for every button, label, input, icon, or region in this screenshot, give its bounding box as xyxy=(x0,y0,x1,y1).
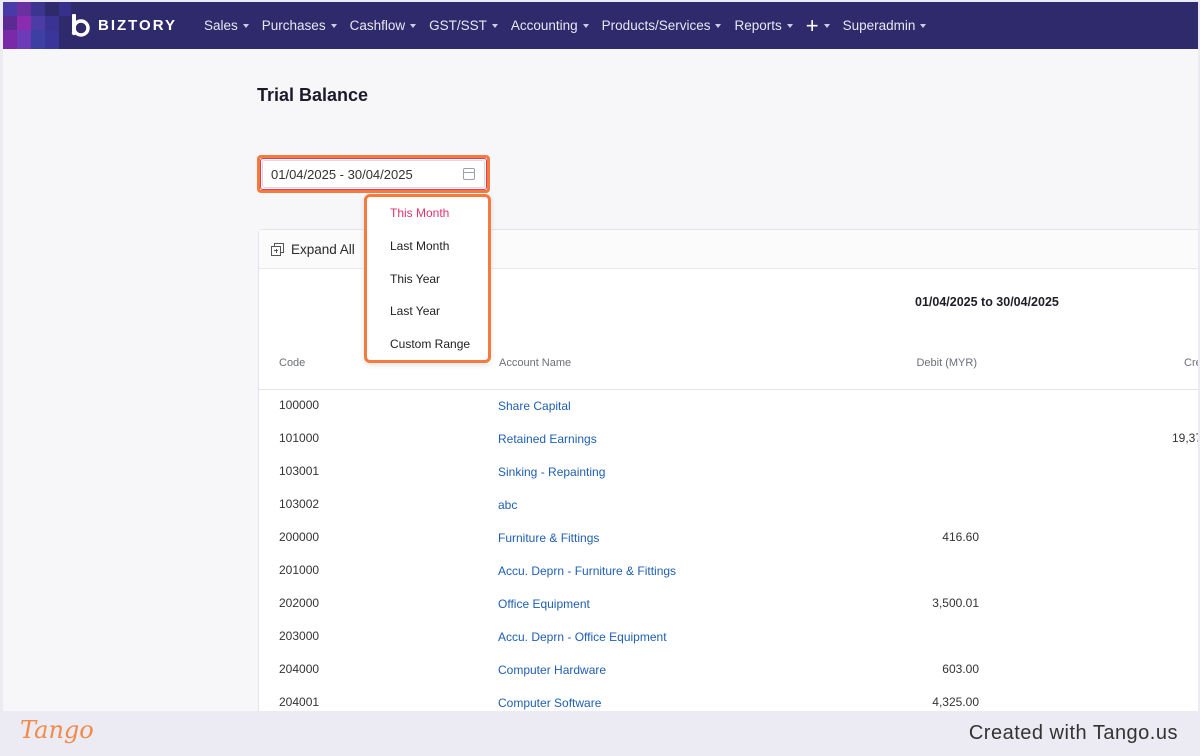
account-name-link[interactable]: Accu. Deprn - Office Equipment xyxy=(498,630,667,644)
table-row: 203000 Accu. Deprn - Office Equipment xyxy=(259,621,1198,654)
account-code: 103001 xyxy=(279,464,320,478)
caret-down-icon xyxy=(823,23,830,28)
date-range-dropdown: This Month Last Month This Year Last Yea… xyxy=(364,194,491,363)
nav-superadmin-label: Superadmin xyxy=(842,18,916,33)
tango-credit-text: Created with Tango.us xyxy=(968,722,1178,744)
account-code: 103002 xyxy=(279,497,320,511)
nav-accounting-label: Accounting xyxy=(510,18,578,33)
nav-sales-label: Sales xyxy=(204,18,238,33)
nav-accounting[interactable]: Accounting xyxy=(511,18,589,33)
credit-value: 19,37 xyxy=(1172,431,1198,445)
nav-gst-sst[interactable]: GST/SST xyxy=(429,18,498,33)
account-name-link[interactable]: Share Capital xyxy=(498,399,571,413)
nav-cashflow[interactable]: Cashflow xyxy=(350,18,417,33)
caret-down-icon xyxy=(920,23,927,28)
column-header-credit: Cre xyxy=(1184,357,1198,369)
range-option-this-year[interactable]: This Year xyxy=(390,272,440,286)
table-row: 103001 Sinking - Repainting xyxy=(259,456,1198,489)
table-row: 101000 Retained Earnings 19,37 xyxy=(259,423,1198,456)
brand-logo[interactable]: BIZTORY xyxy=(69,13,177,37)
range-option-this-month[interactable]: This Month xyxy=(390,206,449,220)
column-header-account-name: Account Name xyxy=(499,357,572,369)
account-code: 204001 xyxy=(279,695,320,709)
table-row: 200000 Furniture & Fittings 416.60 xyxy=(259,522,1198,555)
account-name-link[interactable]: Computer Hardware xyxy=(498,663,606,677)
main-content: Trial Balance 01/04/2025 - 30/04/2025 Ex… xyxy=(3,49,1198,711)
account-name-link[interactable]: abc xyxy=(498,498,517,512)
range-option-custom-range[interactable]: Custom Range xyxy=(390,337,470,351)
range-option-last-year[interactable]: Last Year xyxy=(390,304,440,318)
account-code: 200000 xyxy=(279,530,320,544)
nav-products-services-label: Products/Services xyxy=(601,18,711,33)
screenshot-frame: BIZTORY Sales Purchases Cashflow GST/SST… xyxy=(0,0,1200,756)
account-code: 202000 xyxy=(279,596,320,610)
account-name-link[interactable]: Office Equipment xyxy=(498,597,590,611)
expand-all-button[interactable]: Expand All xyxy=(291,242,355,257)
caret-down-icon xyxy=(786,23,793,28)
tango-footer: Tango Created with Tango.us xyxy=(0,711,1200,756)
nav-purchases[interactable]: Purchases xyxy=(262,18,337,33)
table-row: 202000 Office Equipment 3,500.01 xyxy=(259,588,1198,621)
plus-icon: + xyxy=(805,12,819,38)
nav-purchases-label: Purchases xyxy=(261,18,326,33)
tango-logo: Tango xyxy=(20,716,94,744)
account-code: 100000 xyxy=(279,398,320,412)
caret-down-icon xyxy=(491,23,498,28)
nav-gst-sst-label: GST/SST xyxy=(429,18,487,33)
account-code: 204000 xyxy=(279,662,320,676)
debit-value: 416.60 xyxy=(942,530,979,544)
biztory-logo-icon xyxy=(69,13,93,37)
debit-value: 3,500.01 xyxy=(932,596,979,610)
nav-sales[interactable]: Sales xyxy=(204,18,249,33)
account-code: 101000 xyxy=(279,431,320,445)
main-menu: Sales Purchases Cashflow GST/SST Account… xyxy=(204,2,939,49)
account-name-link[interactable]: Computer Software xyxy=(498,696,601,710)
nav-products-services[interactable]: Products/Services xyxy=(602,18,722,33)
account-code: 203000 xyxy=(279,629,320,643)
table-row: 103002 abc xyxy=(259,489,1198,522)
nav-cashflow-label: Cashflow xyxy=(349,18,406,33)
nav-superadmin[interactable]: Superadmin xyxy=(843,18,927,33)
nav-quick-add[interactable]: + xyxy=(805,12,830,38)
table-row: 204001 Computer Software 4,325.00 xyxy=(259,687,1198,711)
nav-reports-label: Reports xyxy=(734,18,782,33)
table-row: 204000 Computer Hardware 603.00 xyxy=(259,654,1198,687)
caret-down-icon xyxy=(242,23,249,28)
account-code: 201000 xyxy=(279,563,320,577)
caret-down-icon xyxy=(715,23,722,28)
brand-name: BIZTORY xyxy=(98,16,178,34)
debit-value: 603.00 xyxy=(942,662,979,676)
account-name-link[interactable]: Sinking - Repainting xyxy=(498,465,605,479)
account-name-link[interactable]: Retained Earnings xyxy=(498,432,597,446)
date-range-highlight: 01/04/2025 - 30/04/2025 xyxy=(257,155,490,193)
caret-down-icon xyxy=(582,23,589,28)
account-name-link[interactable]: Accu. Deprn - Furniture & Fittings xyxy=(498,564,676,578)
page-title: Trial Balance xyxy=(257,85,369,105)
period-header: 01/04/2025 to 30/04/2025 xyxy=(915,295,1059,309)
calendar-icon[interactable] xyxy=(463,168,475,180)
date-range-input[interactable]: 01/04/2025 - 30/04/2025 xyxy=(260,158,487,190)
debit-value: 4,325.00 xyxy=(932,695,979,709)
table-row: 100000 Share Capital xyxy=(259,390,1198,423)
column-header-debit: Debit (MYR) xyxy=(916,357,977,369)
table-row: 201000 Accu. Deprn - Furniture & Fitting… xyxy=(259,555,1198,588)
account-name-link[interactable]: Furniture & Fittings xyxy=(498,531,599,545)
column-header-code: Code xyxy=(279,357,306,369)
range-option-last-month[interactable]: Last Month xyxy=(390,239,449,253)
nav-reports[interactable]: Reports xyxy=(734,18,793,33)
top-navbar: BIZTORY Sales Purchases Cashflow GST/SST… xyxy=(3,2,1198,49)
caret-down-icon xyxy=(330,23,337,28)
caret-down-icon xyxy=(410,23,417,28)
date-range-value: 01/04/2025 - 30/04/2025 xyxy=(271,167,413,182)
expand-all-icon[interactable] xyxy=(271,242,284,256)
